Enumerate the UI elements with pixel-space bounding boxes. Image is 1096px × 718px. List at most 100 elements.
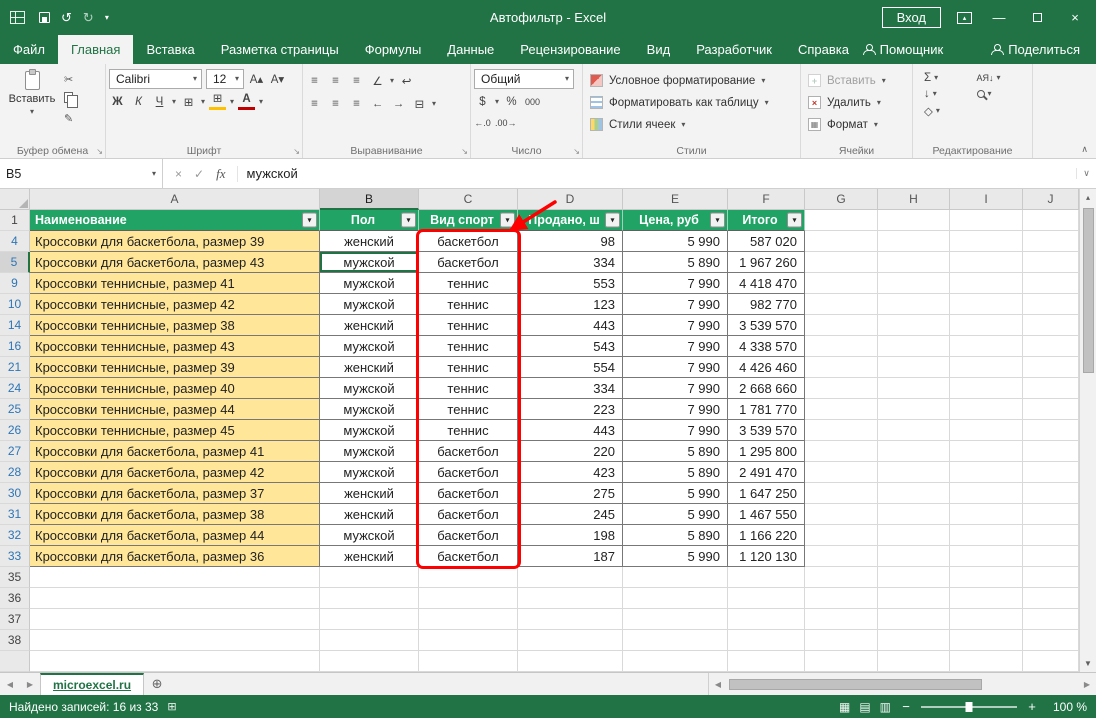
- cell[interactable]: [878, 420, 950, 441]
- cell[interactable]: 1 467 550: [728, 504, 805, 525]
- cell[interactable]: [805, 609, 878, 630]
- cell[interactable]: [805, 630, 878, 651]
- horizontal-scrollbar[interactable]: ◀ ▶: [708, 673, 1096, 695]
- column-header[interactable]: E: [623, 189, 728, 210]
- cell[interactable]: [805, 273, 878, 294]
- cell[interactable]: [1023, 210, 1079, 231]
- cell[interactable]: 1 120 130: [728, 546, 805, 567]
- cell[interactable]: 5 890: [623, 252, 728, 273]
- chevron-down-icon[interactable]: ▾: [172, 98, 176, 106]
- cell[interactable]: [878, 210, 950, 231]
- zoom-out-icon[interactable]: −: [900, 699, 912, 714]
- cell[interactable]: [950, 378, 1023, 399]
- cell[interactable]: [805, 588, 878, 609]
- cell[interactable]: [805, 294, 878, 315]
- cell[interactable]: баскетбол: [419, 441, 518, 462]
- cell[interactable]: мужской: [320, 441, 419, 462]
- cell[interactable]: [878, 252, 950, 273]
- row-header[interactable]: 5: [0, 252, 30, 273]
- select-all-corner[interactable]: [0, 189, 30, 210]
- cell[interactable]: [1023, 357, 1079, 378]
- paste-button[interactable]: Вставить ▾: [7, 67, 57, 143]
- cell[interactable]: [878, 483, 950, 504]
- cell[interactable]: теннис: [419, 378, 518, 399]
- chevron-down-icon[interactable]: ▾: [390, 77, 394, 85]
- cell[interactable]: 7 990: [623, 357, 728, 378]
- cell[interactable]: 553: [518, 273, 623, 294]
- insert-function-icon[interactable]: fx: [216, 166, 225, 182]
- cell[interactable]: Кроссовки для баскетбола, размер 36: [30, 546, 320, 567]
- cell[interactable]: баскетбол: [419, 504, 518, 525]
- vertical-scroll-thumb[interactable]: [1083, 208, 1094, 373]
- row-header[interactable]: 36: [0, 588, 30, 609]
- chevron-down-icon[interactable]: ▾: [259, 98, 263, 106]
- percent-style-icon[interactable]: %: [503, 93, 520, 110]
- cell[interactable]: [878, 546, 950, 567]
- cell[interactable]: 1 647 250: [728, 483, 805, 504]
- align-top-icon[interactable]: ≡: [306, 72, 323, 89]
- cell[interactable]: [878, 504, 950, 525]
- column-header[interactable]: B: [320, 189, 419, 210]
- cell[interactable]: [805, 546, 878, 567]
- cell[interactable]: 4 338 570: [728, 336, 805, 357]
- filter-button-sport[interactable]: ▾: [500, 213, 515, 228]
- cell[interactable]: [623, 630, 728, 651]
- fill-color-icon[interactable]: ⊞: [209, 93, 226, 110]
- cell[interactable]: [1023, 399, 1079, 420]
- font-color-icon[interactable]: А: [238, 93, 255, 110]
- cell[interactable]: [950, 609, 1023, 630]
- sheet-prev-icon[interactable]: ◀: [0, 673, 20, 695]
- cut-button[interactable]: ✂: [64, 73, 73, 86]
- column-header[interactable]: G: [805, 189, 878, 210]
- cell[interactable]: 7 990: [623, 315, 728, 336]
- cell[interactable]: Кроссовки теннисные, размер 38: [30, 315, 320, 336]
- cell[interactable]: теннис: [419, 315, 518, 336]
- share-button[interactable]: Поделиться: [991, 42, 1080, 57]
- cell[interactable]: [878, 588, 950, 609]
- conditional-formatting-button[interactable]: Условное форматирование ▾: [586, 70, 797, 91]
- cancel-icon[interactable]: ×: [175, 167, 182, 181]
- ribbon-tab[interactable]: Данные: [434, 35, 507, 64]
- cell[interactable]: 7 990: [623, 294, 728, 315]
- insert-cells-button[interactable]: + Вставить ▾: [804, 70, 909, 91]
- format-painter-button[interactable]: ✎: [64, 112, 73, 125]
- sheet-tab-active[interactable]: microexcel.ru: [40, 673, 144, 695]
- filter-button-sold[interactable]: ▾: [605, 213, 620, 228]
- cell[interactable]: [878, 294, 950, 315]
- cell[interactable]: [518, 567, 623, 588]
- cell[interactable]: 4 426 460: [728, 357, 805, 378]
- cell[interactable]: Кроссовки для баскетбола, размер 42: [30, 462, 320, 483]
- dialog-launcher-icon[interactable]: ↘: [461, 147, 468, 156]
- cell[interactable]: [950, 399, 1023, 420]
- cell[interactable]: баскетбол: [419, 525, 518, 546]
- ribbon-tab[interactable]: Рецензирование: [507, 35, 633, 64]
- zoom-slider[interactable]: [921, 706, 1017, 708]
- cell[interactable]: теннис: [419, 336, 518, 357]
- cell[interactable]: 443: [518, 315, 623, 336]
- column-header[interactable]: D: [518, 189, 623, 210]
- cell[interactable]: 982 770: [728, 294, 805, 315]
- ribbon-tab[interactable]: Разметка страницы: [208, 35, 352, 64]
- cell[interactable]: Кроссовки теннисные, размер 42: [30, 294, 320, 315]
- cell[interactable]: [878, 630, 950, 651]
- cell[interactable]: [878, 462, 950, 483]
- cell[interactable]: женский: [320, 546, 419, 567]
- cell[interactable]: [950, 525, 1023, 546]
- align-middle-icon[interactable]: ≡: [327, 72, 344, 89]
- cell[interactable]: 187: [518, 546, 623, 567]
- row-header[interactable]: 37: [0, 609, 30, 630]
- decrease-indent-icon[interactable]: ←: [369, 95, 386, 112]
- cell[interactable]: Кроссовки теннисные, размер 39: [30, 357, 320, 378]
- new-sheet-button[interactable]: ⊕: [144, 673, 170, 695]
- cell[interactable]: [805, 357, 878, 378]
- cell[interactable]: [1023, 609, 1079, 630]
- column-header[interactable]: C: [419, 189, 518, 210]
- decrease-font-size-icon[interactable]: А▾: [269, 71, 286, 88]
- cell[interactable]: [518, 609, 623, 630]
- align-right-icon[interactable]: ≡: [348, 95, 365, 112]
- cell[interactable]: [1023, 504, 1079, 525]
- dialog-launcher-icon[interactable]: ↘: [96, 147, 103, 156]
- cell[interactable]: [1023, 525, 1079, 546]
- filter-button-gender[interactable]: ▾: [401, 213, 416, 228]
- cell[interactable]: [878, 336, 950, 357]
